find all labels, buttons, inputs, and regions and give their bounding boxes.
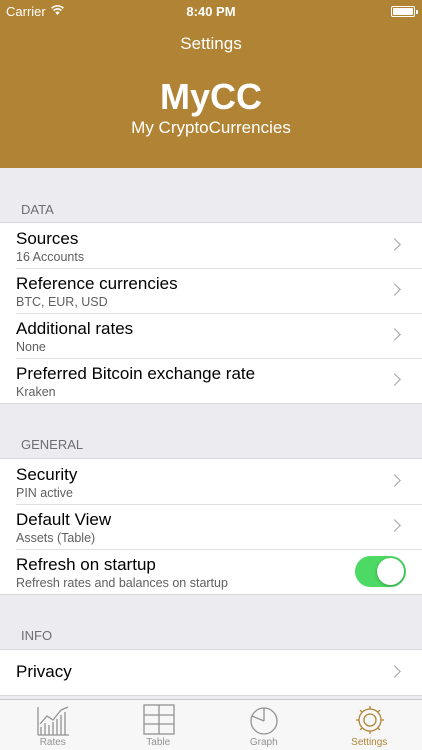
- row-title: Privacy: [16, 662, 72, 681]
- group-data: Sources 16 Accounts Reference currencies…: [0, 222, 422, 404]
- chevron-right-icon: [388, 665, 401, 678]
- row-title: Default View: [16, 510, 112, 529]
- row-default-view[interactable]: Default View Assets (Table): [0, 504, 422, 549]
- chevron-right-icon: [388, 474, 401, 487]
- row-refresh-on-startup: Refresh on startup Refresh rates and bal…: [0, 549, 422, 594]
- refresh-toggle[interactable]: [355, 556, 406, 587]
- status-bar: Carrier 8:40 PM: [0, 0, 422, 22]
- row-title: Additional rates: [16, 319, 134, 338]
- row-additional-rates[interactable]: Additional rates None: [0, 313, 422, 358]
- gear-icon: [355, 706, 384, 734]
- row-subtitle: Refresh rates and balances on startup: [16, 576, 228, 590]
- row-subtitle: PIN active: [16, 486, 73, 500]
- row-subtitle: 16 Accounts: [16, 250, 85, 264]
- header: Carrier 8:40 PM Settings MyCC My CryptoC…: [0, 0, 422, 168]
- row-sources[interactable]: Sources 16 Accounts: [0, 223, 422, 268]
- tab-label: Rates: [39, 737, 66, 748]
- chevron-right-icon: [388, 283, 401, 296]
- status-time: 8:40 PM: [186, 4, 236, 19]
- row-privacy[interactable]: Privacy: [0, 650, 422, 695]
- section-header-general: GENERAL: [21, 437, 84, 452]
- tab-label: Graph: [249, 737, 278, 748]
- chevron-right-icon: [388, 238, 401, 251]
- row-title: Security: [16, 465, 78, 484]
- app-subtitle: My CryptoCurrencies: [131, 118, 291, 137]
- toggle-knob: [377, 558, 404, 585]
- row-title: Preferred Bitcoin exchange rate: [16, 364, 256, 383]
- tab-settings[interactable]: Settings: [317, 700, 422, 750]
- row-security[interactable]: Security PIN active: [0, 459, 422, 504]
- group-general: Security PIN active Default View Assets …: [0, 458, 422, 595]
- tab-label: Table: [146, 737, 171, 748]
- line-chart-icon: [37, 706, 69, 736]
- row-subtitle: None: [16, 340, 46, 354]
- row-title: Sources: [16, 229, 79, 248]
- battery-icon: [391, 6, 418, 17]
- row-reference-currencies[interactable]: Reference currencies BTC, EUR, USD: [0, 268, 422, 313]
- row-subtitle: BTC, EUR, USD: [16, 295, 108, 309]
- section-header-data: DATA: [21, 202, 54, 217]
- nav-title: Settings: [180, 34, 242, 53]
- row-title: Reference currencies: [16, 274, 178, 293]
- tab-bar: Rates Table Graph Settings: [0, 699, 422, 750]
- chevron-right-icon: [388, 328, 401, 341]
- table-grid-icon: [142, 704, 175, 735]
- tab-rates[interactable]: Rates: [0, 700, 106, 750]
- tab-table[interactable]: Table: [106, 700, 212, 750]
- pie-chart-icon: [250, 707, 278, 735]
- row-subtitle: Assets (Table): [16, 531, 96, 545]
- section-header-info: INFO: [21, 628, 53, 643]
- group-info: Privacy: [0, 649, 422, 696]
- chevron-right-icon: [388, 373, 401, 386]
- tab-label: Settings: [351, 737, 388, 748]
- row-preferred-bitcoin-rate[interactable]: Preferred Bitcoin exchange rate Kraken: [0, 358, 422, 403]
- row-subtitle: Kraken: [16, 385, 56, 399]
- row-title: Refresh on startup: [16, 555, 156, 574]
- chevron-right-icon: [388, 519, 401, 532]
- app-name: MyCC: [159, 76, 262, 117]
- tab-graph[interactable]: Graph: [211, 700, 317, 750]
